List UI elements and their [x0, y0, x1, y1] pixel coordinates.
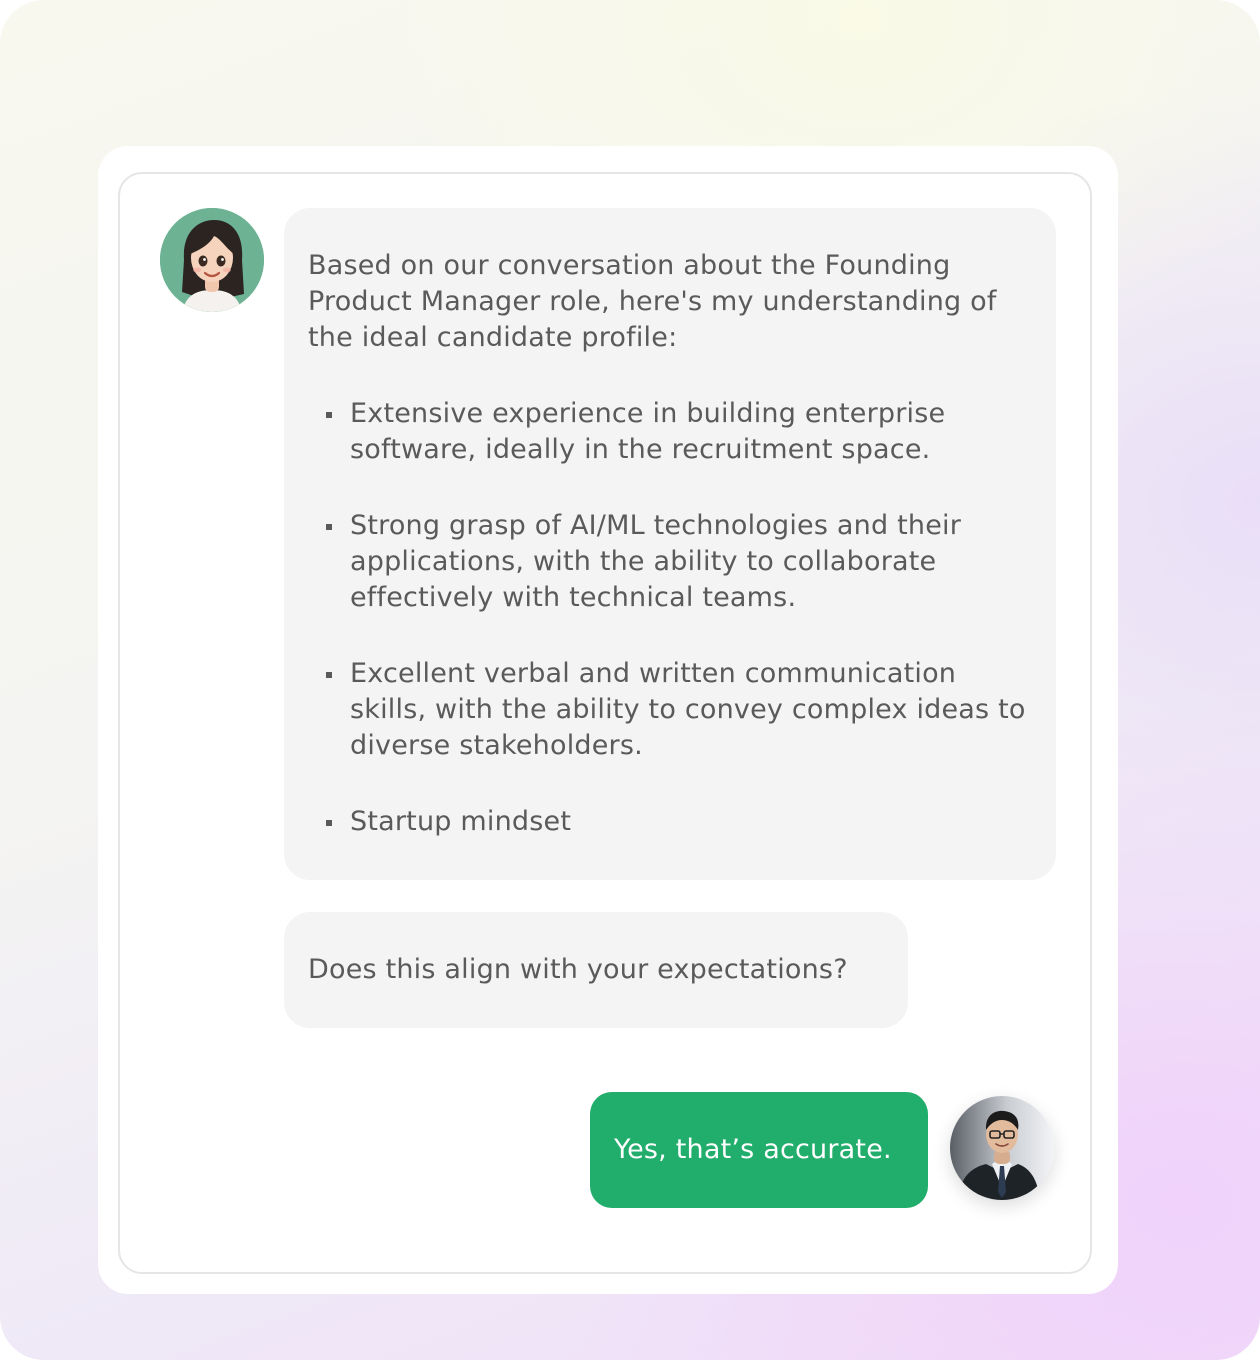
assistant-summary-bubble: Based on our conversation about the Foun… — [284, 208, 1056, 880]
bullet-icon — [326, 672, 332, 678]
candidate-profile-list: Extensive experience in building enterpr… — [308, 396, 1032, 840]
list-item-text: Excellent verbal and written communicati… — [350, 658, 1026, 761]
list-item: Excellent verbal and written communicati… — [308, 656, 1032, 764]
bullet-icon — [326, 412, 332, 418]
man-in-suit-avatar-icon — [950, 1096, 1054, 1200]
user-reply-bubble: Yes, that’s accurate. — [590, 1092, 928, 1208]
user-avatar — [950, 1096, 1054, 1200]
list-item: Startup mindset — [308, 804, 1032, 840]
summary-intro: Based on our conversation about the Foun… — [308, 250, 997, 353]
chat-card: Based on our conversation about the Foun… — [98, 146, 1118, 1294]
assistant-question-bubble: Does this align with your expectations? — [284, 912, 908, 1028]
list-item: Strong grasp of AI/ML technologies and t… — [308, 508, 1032, 616]
list-item-text: Extensive experience in building enterpr… — [350, 398, 946, 465]
assistant-avatar — [160, 208, 264, 312]
list-item: Extensive experience in building enterpr… — [308, 396, 1032, 468]
list-item-text: Strong grasp of AI/ML technologies and t… — [350, 510, 962, 613]
page-background: Based on our conversation about the Foun… — [0, 0, 1260, 1360]
chat-panel: Based on our conversation about the Foun… — [118, 172, 1092, 1274]
cartoon-woman-avatar-icon — [160, 208, 264, 312]
bullet-icon — [326, 524, 332, 530]
list-item-text: Startup mindset — [350, 806, 572, 837]
bullet-icon — [326, 820, 332, 826]
